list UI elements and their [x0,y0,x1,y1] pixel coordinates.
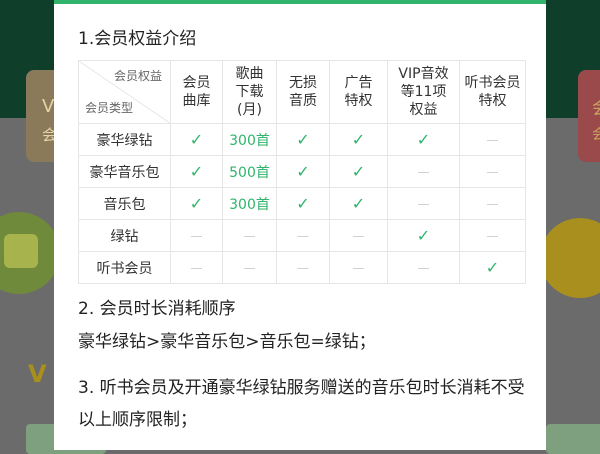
background-card-right-sub: 会 [592,127,600,143]
dash-icon: — [387,155,460,188]
section2-title: 2. 会员时长消耗顺序 [78,299,236,319]
download-quota: 300首 [222,123,277,156]
membership-type-label: 豪华绿钻 [78,123,171,156]
column-header: 听书会员 特权 [459,60,526,124]
background-card-right: 会 会 [578,70,600,162]
table-header-row: 会员权益 会员类型 会员 曲库 歌曲 下载 (月) 无损 音质 广告 特权 VIP音效 等1… [78,60,526,124]
dash-icon: — [459,123,526,156]
dash-icon: — [387,187,460,220]
table-row: 听书会员 — — — — — ✓ [78,251,526,284]
check-icon: ✓ [170,187,223,220]
dash-icon: — [459,187,526,220]
membership-type-label: 听书会员 [78,251,171,284]
table-row: 绿钻 — — — — ✓ — [78,219,526,252]
corner-label-rights: 会员权益 [113,69,162,83]
column-header: VIP音效 等11项 权益 [387,60,460,124]
check-icon: ✓ [387,123,460,156]
column-header: 广告 特权 [329,60,388,124]
check-icon: ✓ [329,155,388,188]
section2-text: 豪华绿钻>豪华音乐包>音乐包=绿钻； [78,332,376,352]
section3-text: 3. 听书会员及开通豪华绿钻服务赠送的音乐包时长消耗不受以上顺序限制； [78,378,525,430]
dash-icon: — [222,219,277,252]
membership-rights-table: 会员权益 会员类型 会员 曲库 歌曲 下载 (月) 无损 音质 广告 特权 VIP音效 等1… [78,60,526,284]
background-wallet-inner [4,234,38,268]
dash-icon: — [222,251,277,284]
table-corner-cell: 会员权益 会员类型 [78,60,171,124]
dash-icon: — [459,155,526,188]
column-header: 歌曲 下载 (月) [222,60,277,124]
background-coin-icon [540,218,600,298]
table-row: 音乐包 ✓ 300首 ✓ ✓ — — [78,187,526,220]
download-quota: 500首 [222,155,277,188]
dash-icon: — [276,251,330,284]
dash-icon: — [329,251,388,284]
check-icon: ✓ [329,123,388,156]
check-icon: ✓ [170,123,223,156]
dash-icon: — [459,219,526,252]
membership-type-label: 豪华音乐包 [78,155,171,188]
membership-type-label: 绿钻 [78,219,171,252]
background-v-label: V [28,360,47,388]
background-wallet-icon [0,212,60,294]
membership-rules-modal[interactable]: 1.会员权益介绍 会员权益 会员类型 会员 曲库 歌曲 下载 (月) 无损 音质 广告特… [54,0,546,450]
check-icon: ✓ [459,251,526,284]
check-icon: ✓ [276,123,330,156]
dash-icon: — [170,251,223,284]
dash-icon: — [170,219,223,252]
table-row: 豪华绿钻 ✓ 300首 ✓ ✓ ✓ — [78,123,526,156]
check-icon: ✓ [329,187,388,220]
background-card-right-title: 会 [592,94,600,120]
section1-title: 1.会员权益介绍 [78,29,197,49]
membership-type-label: 音乐包 [78,187,171,220]
column-header: 会员 曲库 [170,60,223,124]
download-quota: 300首 [222,187,277,220]
dash-icon: — [387,251,460,284]
table-row: 豪华音乐包 ✓ 500首 ✓ ✓ — — [78,155,526,188]
column-header: 无损 音质 [276,60,330,124]
background-card-left-title: V [42,96,55,117]
check-icon: ✓ [387,219,460,252]
table-body: 豪华绿钻 ✓ 300首 ✓ ✓ ✓ — 豪华音乐包 ✓ 500首 ✓ ✓ — — 音乐包 ✓ 300首 ✓ ✓ — — 绿… [78,123,526,284]
dash-icon: — [276,219,330,252]
modal-accent-bar [54,0,546,4]
check-icon: ✓ [276,187,330,220]
dash-icon: — [329,219,388,252]
corner-label-type: 会员类型 [85,101,134,115]
check-icon: ✓ [276,155,330,188]
check-icon: ✓ [170,155,223,188]
